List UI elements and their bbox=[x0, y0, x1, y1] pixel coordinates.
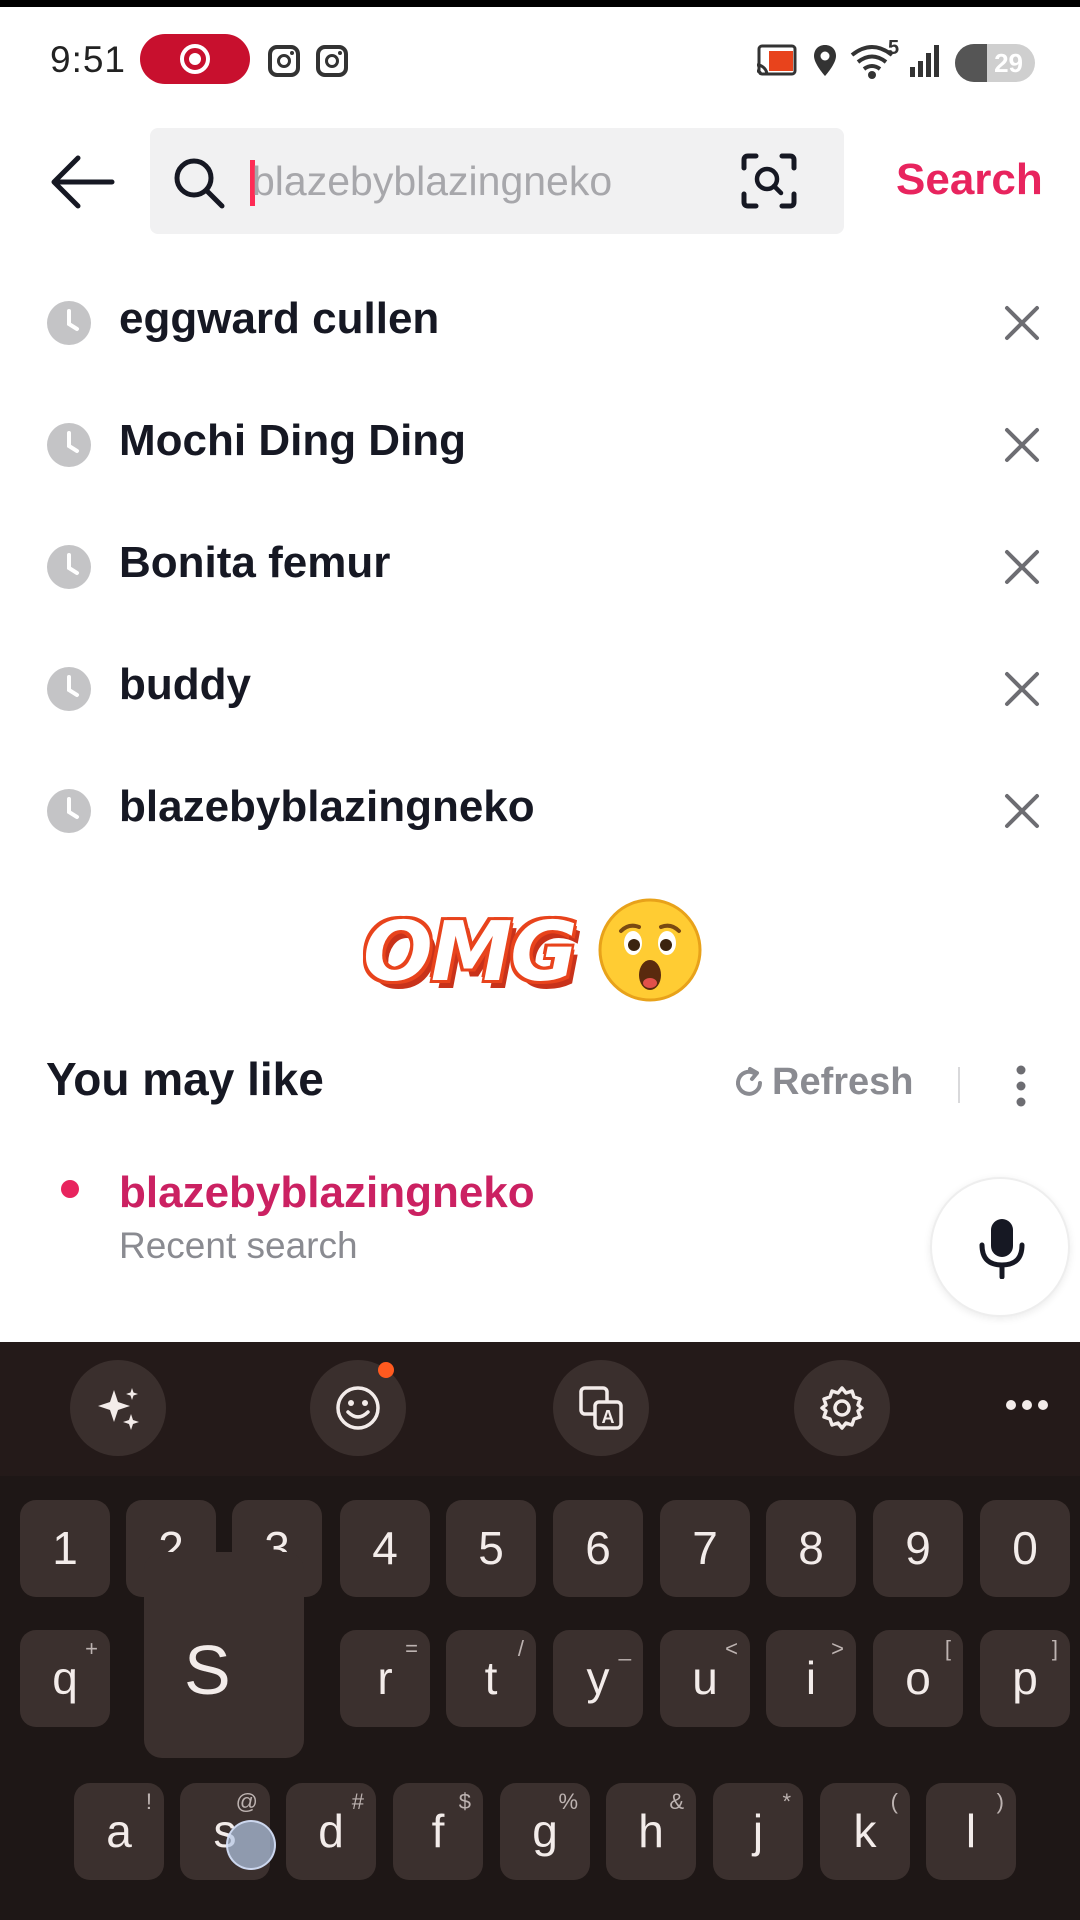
instagram-icon bbox=[316, 45, 348, 77]
key-u[interactable]: u < bbox=[660, 1630, 750, 1727]
cast-icon bbox=[756, 44, 797, 76]
clock-icon bbox=[47, 789, 91, 833]
history-item[interactable]: blazebyblazingneko bbox=[0, 758, 1080, 868]
close-icon[interactable] bbox=[1002, 425, 1042, 465]
battery-indicator: 29 bbox=[955, 44, 1035, 82]
astonished-face-icon bbox=[598, 898, 702, 1002]
smiley-icon bbox=[336, 1386, 380, 1430]
instagram-icon bbox=[268, 45, 300, 77]
key-h[interactable]: h & bbox=[606, 1783, 696, 1880]
search-box[interactable] bbox=[150, 128, 844, 234]
key-y[interactable]: y _ bbox=[553, 1630, 643, 1727]
search-icon bbox=[174, 158, 225, 209]
omg-sticker: OMG bbox=[355, 895, 705, 1005]
gear-icon bbox=[820, 1386, 864, 1430]
clock-icon bbox=[47, 667, 91, 711]
network-badge: 5 bbox=[888, 37, 900, 59]
history-item[interactable]: Bonita femur bbox=[0, 514, 1080, 624]
record-icon bbox=[180, 44, 210, 74]
search-input[interactable] bbox=[252, 150, 712, 212]
suggestion-title[interactable]: blazebyblazingneko bbox=[119, 1168, 535, 1218]
key-preview-label: S bbox=[184, 1631, 231, 1709]
history-item-label: buddy bbox=[119, 660, 251, 709]
key-j[interactable]: j * bbox=[713, 1783, 803, 1880]
close-icon[interactable] bbox=[1002, 669, 1042, 709]
suggestion-dot bbox=[61, 1180, 79, 1198]
history-item[interactable]: buddy bbox=[0, 636, 1080, 746]
history-item-label: Bonita femur bbox=[119, 538, 391, 587]
back-arrow-icon[interactable] bbox=[48, 152, 116, 212]
history-item[interactable]: Mochi Ding Ding bbox=[0, 392, 1080, 502]
key-6[interactable]: 6 bbox=[553, 1500, 643, 1597]
you-may-like-title: You may like bbox=[46, 1053, 324, 1105]
history-item-label: Mochi Ding Ding bbox=[119, 416, 467, 465]
clock-icon bbox=[47, 545, 91, 589]
history-item-label: blazebyblazingneko bbox=[119, 782, 535, 831]
omg-sticker-text: OMG bbox=[363, 905, 578, 1000]
touch-indicator bbox=[226, 1820, 276, 1870]
key-i[interactable]: i > bbox=[766, 1630, 856, 1727]
close-icon[interactable] bbox=[1002, 303, 1042, 343]
refresh-label: Refresh bbox=[772, 1061, 914, 1103]
screen-record-indicator[interactable] bbox=[140, 34, 250, 84]
image-search-icon[interactable] bbox=[740, 152, 798, 210]
more-horizontal-icon[interactable] bbox=[1004, 1398, 1050, 1412]
microphone-icon bbox=[979, 1219, 1025, 1279]
key-r[interactable]: r = bbox=[340, 1630, 430, 1727]
sparkle-icon bbox=[98, 1388, 139, 1430]
key-f[interactable]: f $ bbox=[393, 1783, 483, 1880]
location-icon bbox=[814, 45, 836, 76]
key-7[interactable]: 7 bbox=[660, 1500, 750, 1597]
close-icon[interactable] bbox=[1002, 791, 1042, 831]
translate-icon: A bbox=[579, 1386, 623, 1430]
suggestion-subtitle: Recent search bbox=[119, 1225, 358, 1266]
key-8[interactable]: 8 bbox=[766, 1500, 856, 1597]
svg-text:A: A bbox=[602, 1407, 615, 1427]
key-q[interactable]: q + bbox=[20, 1630, 110, 1727]
clock-icon bbox=[47, 301, 91, 345]
key-g[interactable]: g% bbox=[500, 1783, 590, 1880]
more-vertical-icon[interactable] bbox=[1006, 1062, 1036, 1110]
key-t[interactable]: t / bbox=[446, 1630, 536, 1727]
top-edge bbox=[0, 0, 1080, 7]
key-1[interactable]: 1 bbox=[20, 1500, 110, 1597]
key-l[interactable]: l) bbox=[926, 1783, 1016, 1880]
battery-fill bbox=[955, 44, 987, 82]
notification-dot bbox=[378, 1362, 394, 1378]
clock-icon bbox=[47, 423, 91, 467]
divider bbox=[958, 1067, 960, 1103]
history-item-label: eggward cullen bbox=[119, 294, 440, 343]
keyboard-toolbar: A bbox=[0, 1342, 1080, 1476]
key-a[interactable]: a! bbox=[74, 1783, 164, 1880]
key-k[interactable]: k( bbox=[820, 1783, 910, 1880]
translate-button[interactable]: A bbox=[553, 1360, 649, 1456]
signal-icon bbox=[910, 45, 939, 77]
key-9[interactable]: 9 bbox=[873, 1500, 963, 1597]
search-button[interactable]: Search bbox=[896, 155, 1043, 205]
refresh-icon bbox=[736, 1066, 762, 1096]
history-item[interactable]: eggward cullen bbox=[0, 270, 1080, 380]
key-0[interactable]: 0 bbox=[980, 1500, 1070, 1597]
voice-search-button[interactable] bbox=[930, 1177, 1070, 1317]
key-p[interactable]: p] bbox=[980, 1630, 1070, 1727]
ai-sparkle-button[interactable] bbox=[70, 1360, 166, 1456]
key-o[interactable]: o[ bbox=[873, 1630, 963, 1727]
settings-button[interactable] bbox=[794, 1360, 890, 1456]
key-d[interactable]: d # bbox=[286, 1783, 376, 1880]
key-4[interactable]: 4 bbox=[340, 1500, 430, 1597]
status-bar: 9:51 5 29 bbox=[0, 7, 1080, 105]
status-time: 9:51 bbox=[50, 39, 127, 80]
close-icon[interactable] bbox=[1002, 547, 1042, 587]
refresh-button[interactable]: Refresh bbox=[732, 1061, 914, 1104]
key-5[interactable]: 5 bbox=[446, 1500, 536, 1597]
